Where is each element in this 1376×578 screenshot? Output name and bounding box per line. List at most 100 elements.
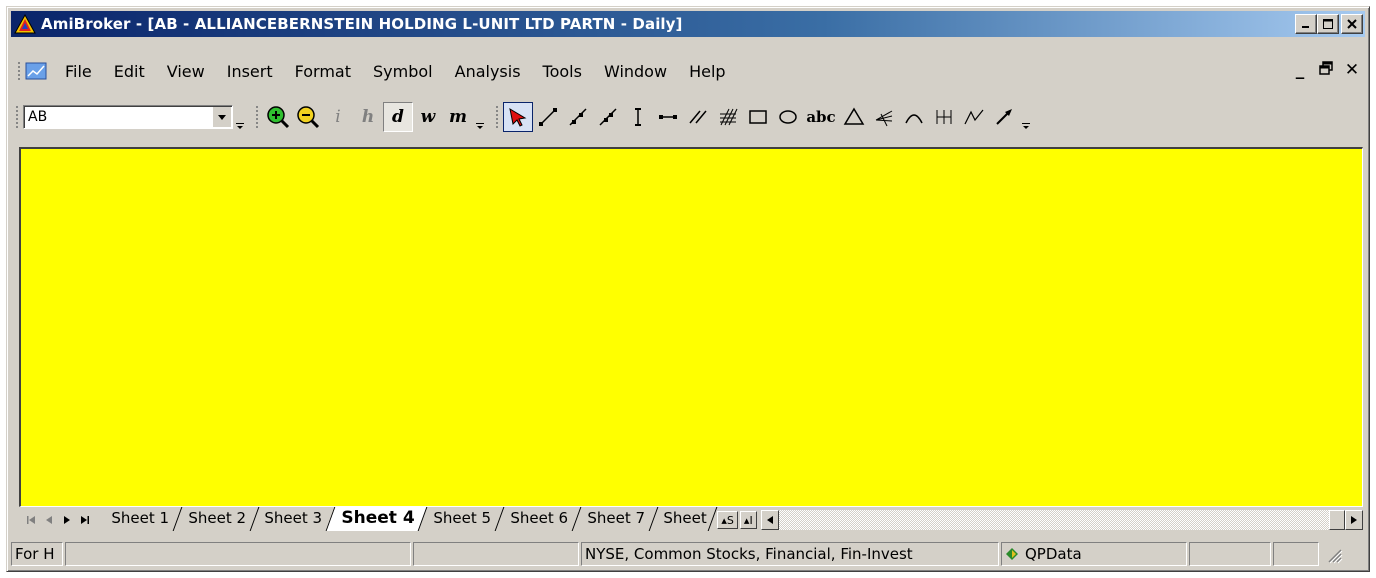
sheet-tab-1[interactable]: Sheet 1: [96, 507, 183, 531]
status-pane-6: [1189, 542, 1271, 566]
gann-fan-tool-button[interactable]: [869, 102, 899, 132]
ellipse-tool-button[interactable]: [773, 102, 803, 132]
select-tool-button[interactable]: [503, 102, 533, 132]
toolbar-grip[interactable]: [15, 105, 19, 129]
interval-intraday-button[interactable]: i: [323, 102, 353, 132]
overflow-icon: [476, 123, 484, 129]
ray-tool-button[interactable]: [563, 102, 593, 132]
last-sheet-button[interactable]: [77, 511, 93, 529]
horizontal-line-tool-button[interactable]: [653, 102, 683, 132]
parallel-lines-tool-button[interactable]: [683, 102, 713, 132]
restore-icon: [1319, 61, 1333, 75]
status-bar: For H NYSE, Common Stocks, Financial, Fi…: [11, 541, 1365, 567]
resize-grip-icon[interactable]: [1323, 544, 1343, 564]
scroll-left-button[interactable]: [760, 510, 779, 530]
rectangle-icon: [749, 110, 767, 124]
maximize-button[interactable]: [1317, 14, 1339, 34]
symbol-toolbar: AB: [11, 100, 245, 134]
sheet-tabs: Sheet 1 Sheet 2 Sheet 3 Sheet 4 Sheet 5 …: [93, 507, 718, 533]
sheet-tab-4[interactable]: Sheet 4: [326, 507, 428, 531]
status-message: For H: [11, 542, 63, 566]
chevron-down-icon: [218, 114, 226, 120]
document-icon[interactable]: [25, 62, 47, 80]
menu-tools[interactable]: Tools: [532, 62, 593, 81]
sheet-tabs-bar: Sheet 1 Sheet 2 Sheet 3 Sheet 4 Sheet 5 …: [19, 507, 1363, 533]
zigzag-tool-button[interactable]: [959, 102, 989, 132]
sheet-tab-5[interactable]: Sheet 5: [418, 507, 505, 531]
menu-symbol[interactable]: Symbol: [362, 62, 444, 81]
menu-analysis[interactable]: Analysis: [444, 62, 532, 81]
triangle-tool-button[interactable]: [839, 102, 869, 132]
arrow-icon: [996, 109, 1012, 125]
toolbar-overflow-button[interactable]: [475, 103, 485, 131]
mdi-minimize-button[interactable]: _: [1291, 60, 1309, 80]
sheet-tab-7[interactable]: Sheet 7: [572, 507, 658, 531]
toolbar-overflow-button[interactable]: [235, 103, 245, 131]
menu-view[interactable]: View: [156, 62, 216, 81]
amibroker-logo-icon: [14, 13, 36, 34]
drawing-toolbar: abc: [491, 100, 1031, 134]
arrow-tool-button[interactable]: [989, 102, 1019, 132]
zigzag-icon: [964, 109, 984, 125]
toolbar-grip[interactable]: [495, 105, 499, 129]
menu-bar: File Edit View Insert Format Symbol Anal…: [11, 58, 1365, 84]
fibonacci-tool-button[interactable]: [713, 102, 743, 132]
text-tool-label: abc: [806, 108, 836, 126]
interval-weekly-button[interactable]: w: [413, 102, 443, 132]
chart-pane[interactable]: [19, 147, 1363, 507]
trendline-tool-button[interactable]: [533, 102, 563, 132]
menu-format[interactable]: Format: [284, 62, 362, 81]
sheet-tab-8[interactable]: Sheet: [649, 507, 718, 531]
cycles-tool-button[interactable]: [929, 102, 959, 132]
mdi-close-button[interactable]: ✕: [1343, 60, 1361, 80]
zoom-out-button[interactable]: [293, 102, 323, 132]
horizontal-scrollbar[interactable]: [760, 507, 1363, 533]
sheet-tab-2[interactable]: Sheet 2: [173, 507, 259, 531]
close-button[interactable]: [1341, 14, 1363, 34]
horizontal-line-icon: [659, 115, 677, 119]
parallel-lines-icon: [689, 110, 707, 124]
arc-tool-button[interactable]: [899, 102, 929, 132]
minimize-icon: [1302, 26, 1309, 28]
menu-edit[interactable]: Edit: [103, 62, 156, 81]
zoom-in-button[interactable]: [263, 102, 293, 132]
rectangle-tool-button[interactable]: [743, 102, 773, 132]
first-sheet-button[interactable]: [23, 511, 39, 529]
vertical-line-tool-button[interactable]: [623, 102, 653, 132]
next-sheet-button[interactable]: [59, 511, 75, 529]
menu-insert[interactable]: Insert: [216, 62, 284, 81]
tab-scroll-right-button[interactable]: ▴I: [739, 511, 757, 529]
prev-sheet-button[interactable]: [41, 511, 57, 529]
menubar-grip[interactable]: [17, 61, 21, 81]
sheet-tab-3[interactable]: Sheet 3: [250, 507, 336, 531]
scroll-thumb[interactable]: [1329, 510, 1345, 530]
extended-line-tool-button[interactable]: [593, 102, 623, 132]
menu-window[interactable]: Window: [593, 62, 678, 81]
minimize-button[interactable]: [1295, 14, 1317, 34]
symbol-combo-arrow[interactable]: [213, 107, 231, 127]
title-bar[interactable]: AmiBroker - [AB - ALLIANCEBERNSTEIN HOLD…: [11, 11, 1365, 37]
status-category: NYSE, Common Stocks, Financial, Fin-Inve…: [581, 542, 999, 566]
arc-icon: [905, 114, 923, 124]
triangle-icon: [843, 107, 865, 125]
toolbar-grip[interactable]: [255, 105, 259, 129]
interval-hourly-button[interactable]: h: [353, 102, 383, 132]
ray-icon: [569, 108, 587, 126]
text-tool-button[interactable]: abc: [803, 102, 839, 132]
tab-scroll-left-button[interactable]: ▴S: [717, 511, 738, 529]
zoom-out-icon: [297, 106, 320, 129]
interval-daily-button[interactable]: d: [383, 102, 413, 132]
menu-file[interactable]: File: [57, 62, 103, 81]
prev-icon: [46, 516, 52, 524]
zoom-in-icon: [267, 106, 290, 129]
mdi-restore-button[interactable]: [1317, 60, 1335, 80]
sheet-tab-6[interactable]: Sheet 6: [495, 507, 582, 531]
status-datasource-label: QPData: [1025, 545, 1082, 563]
close-icon: [1347, 19, 1357, 29]
scroll-track[interactable]: [778, 510, 1345, 530]
interval-monthly-button[interactable]: m: [443, 102, 473, 132]
toolbar-overflow-button[interactable]: [1021, 103, 1031, 131]
symbol-combo[interactable]: AB: [23, 105, 233, 129]
scroll-right-button[interactable]: [1345, 510, 1363, 530]
menu-help[interactable]: Help: [678, 62, 736, 81]
